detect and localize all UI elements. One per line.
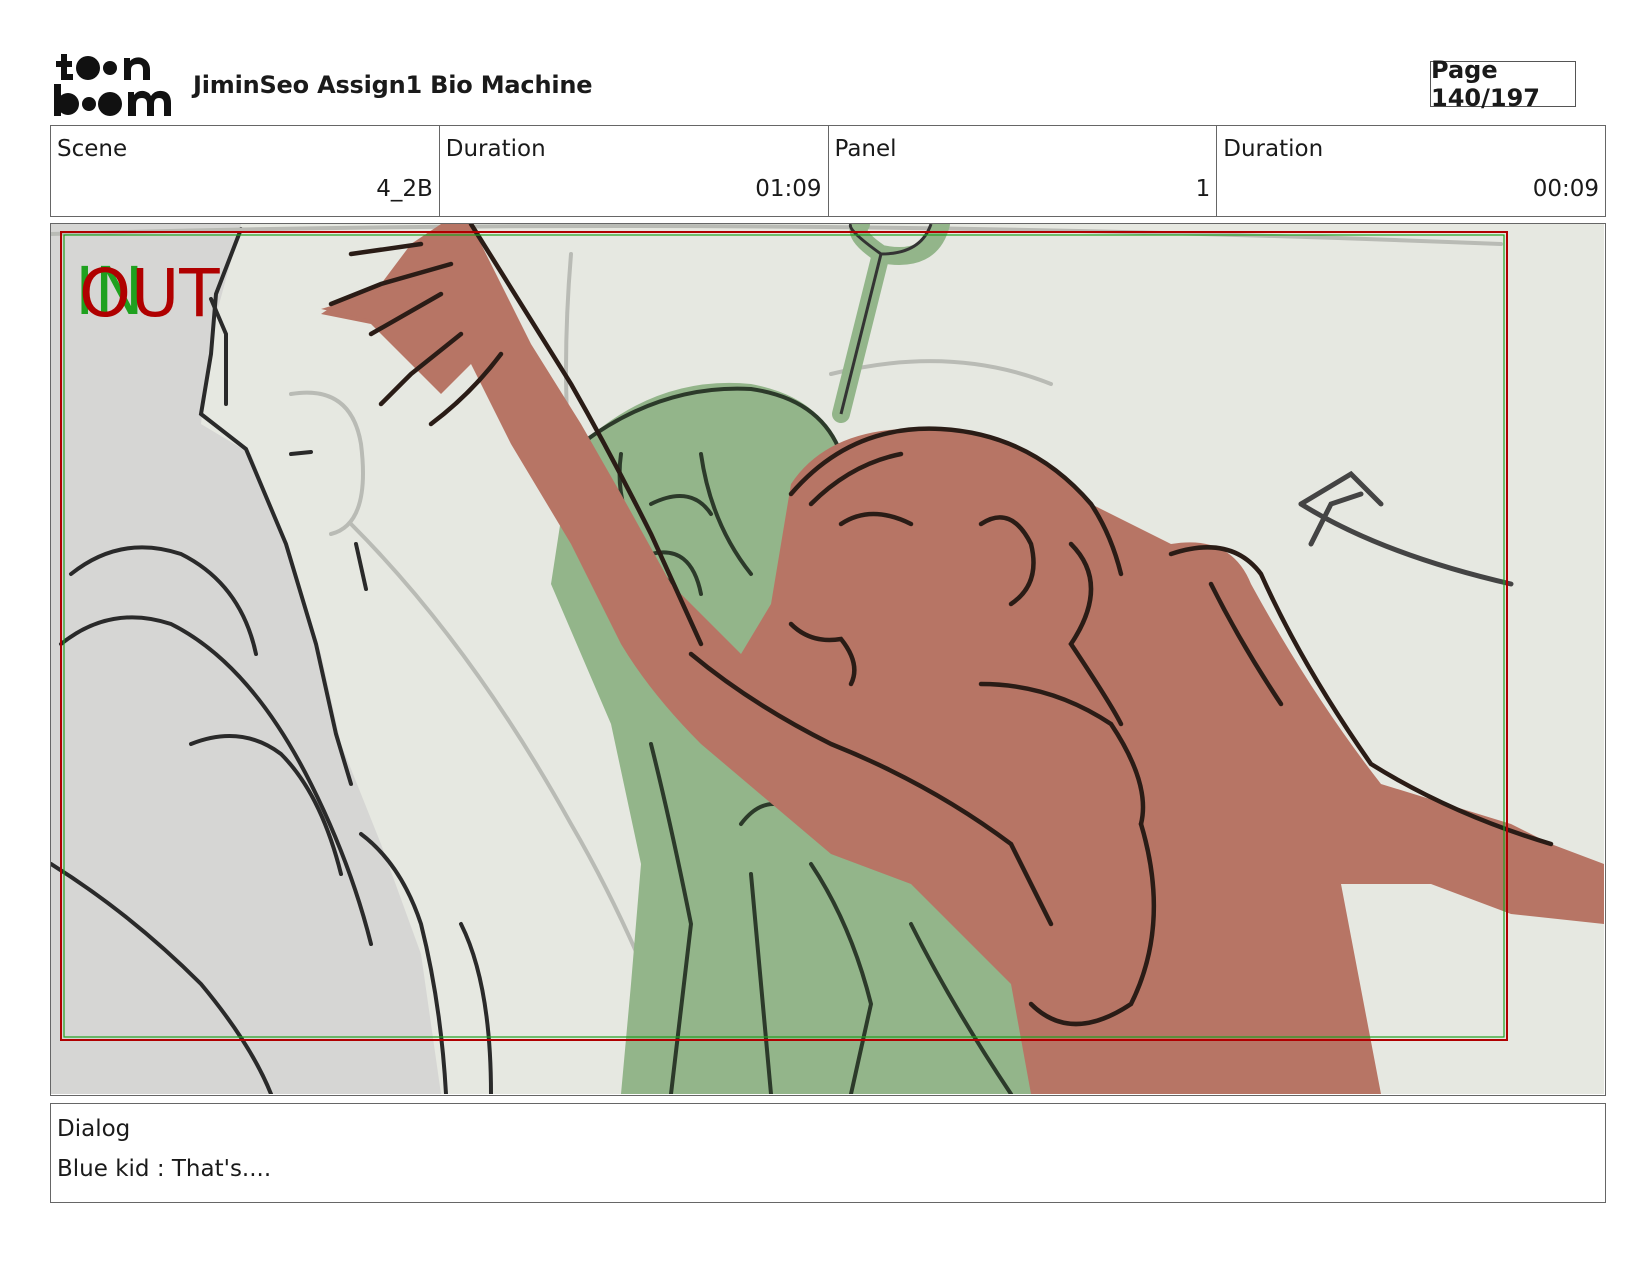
scene-duration-value: 01:09 [755,176,822,202]
panel-duration-cell: Duration 00:09 [1217,126,1605,216]
storyboard-panel: IN OUT [50,223,1606,1096]
scene-label: Scene [57,136,128,162]
scene-value: 4_2B [376,176,433,202]
toonboom-logo [54,54,171,116]
scene-info-table: Scene 4_2B Duration 01:09 Panel 1 Durati… [50,125,1606,217]
scene-duration-cell: Duration 01:09 [440,126,829,216]
storyboard-illustration: IN OUT [51,224,1604,1094]
out-marker: OUT [79,255,220,332]
scene-cell: Scene 4_2B [51,126,440,216]
panel-label: Panel [834,136,897,162]
scene-duration-label: Duration [445,136,546,162]
dialog-section: Dialog Blue kid : That's.... [50,1103,1606,1203]
page-indicator: Page 140/197 [1430,56,1576,112]
panel-duration-label: Duration [1223,136,1324,162]
panel-value: 1 [1195,176,1211,202]
dialog-text: Blue kid : That's.... [57,1156,272,1182]
panel-cell: Panel 1 [829,126,1218,216]
document-title: JiminSeo Assign1 Bio Machine [193,71,593,99]
panel-duration-value: 00:09 [1532,176,1599,202]
dialog-label: Dialog [57,1116,131,1142]
